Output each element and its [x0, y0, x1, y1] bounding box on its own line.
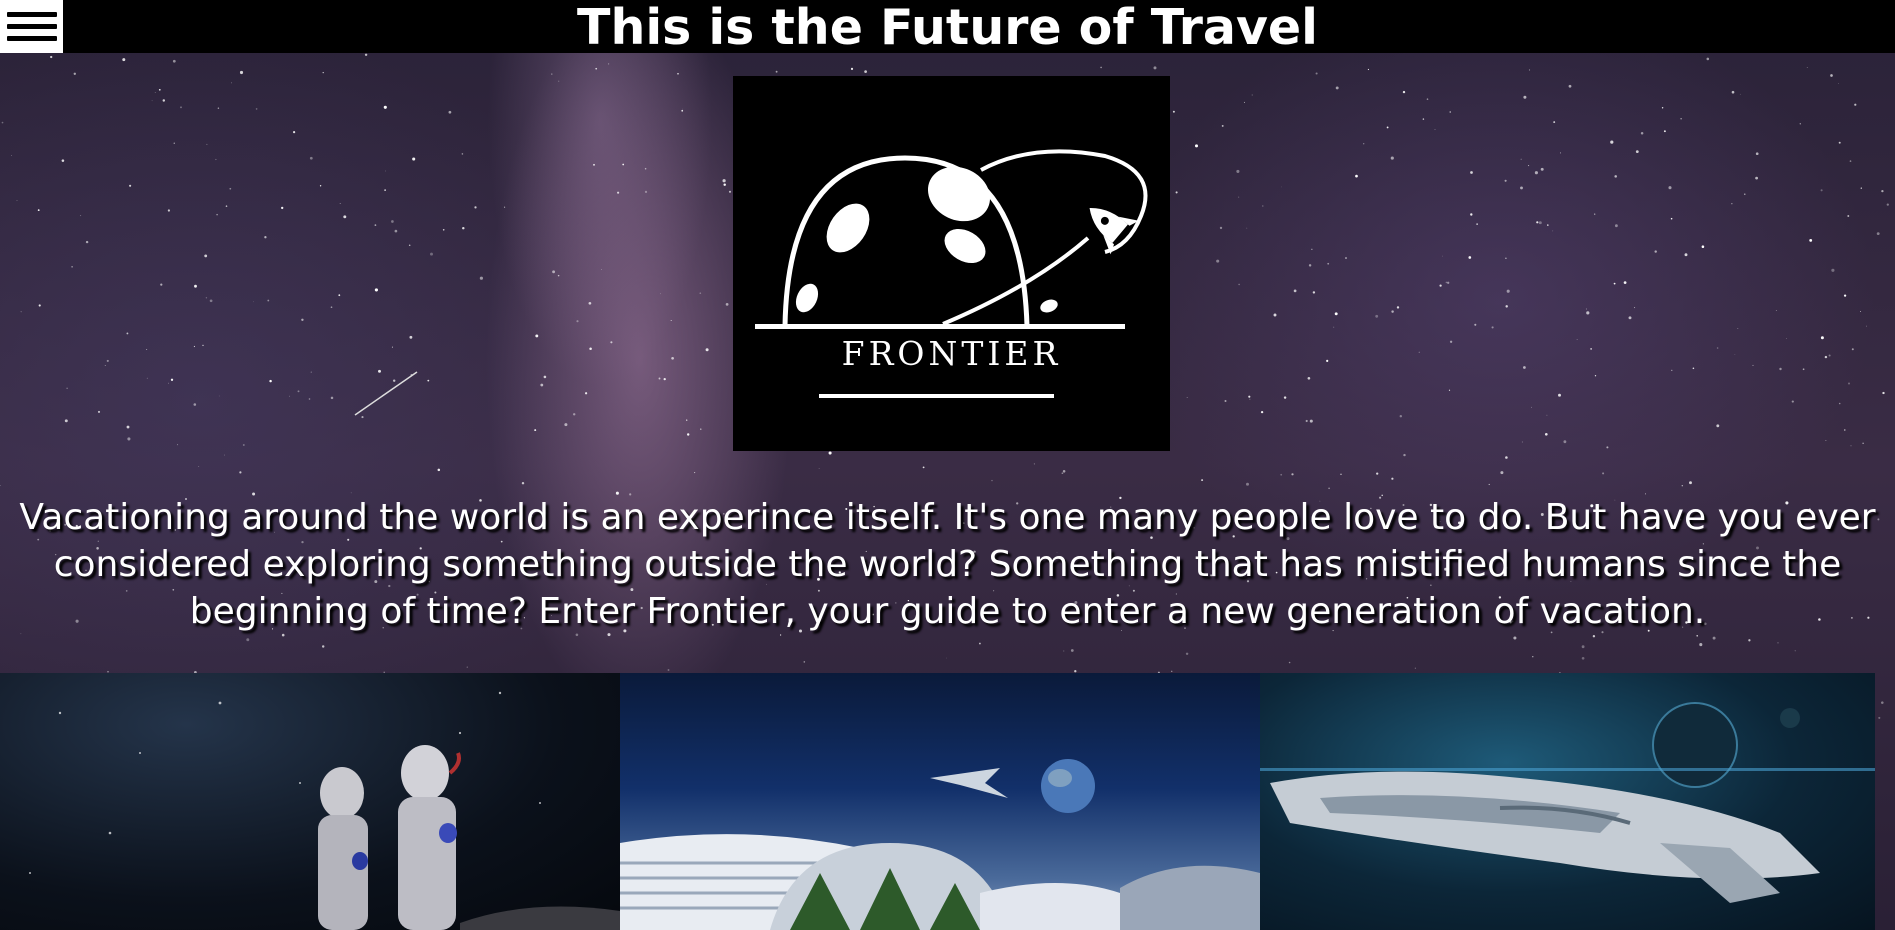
- astronauts-image: [0, 673, 620, 930]
- planet-rocket-icon: [755, 149, 1148, 398]
- frontier-logo: FRONTIER: [733, 76, 1170, 451]
- intro-paragraph: Vacationing around the world is an exper…: [19, 497, 1876, 632]
- image-gallery: [0, 673, 1875, 930]
- page-title: This is the Future of Travel: [577, 0, 1318, 56]
- spaceship-image: [1260, 673, 1875, 930]
- menu-line-icon: [6, 12, 57, 17]
- menu-line-icon: [6, 24, 57, 29]
- hamburger-menu-button[interactable]: [0, 0, 63, 53]
- space-colony-image: [620, 673, 1260, 930]
- top-bar: This is the Future of Travel: [0, 0, 1895, 56]
- menu-line-icon: [6, 36, 57, 41]
- logo-brand-text: FRONTIER: [841, 334, 1062, 373]
